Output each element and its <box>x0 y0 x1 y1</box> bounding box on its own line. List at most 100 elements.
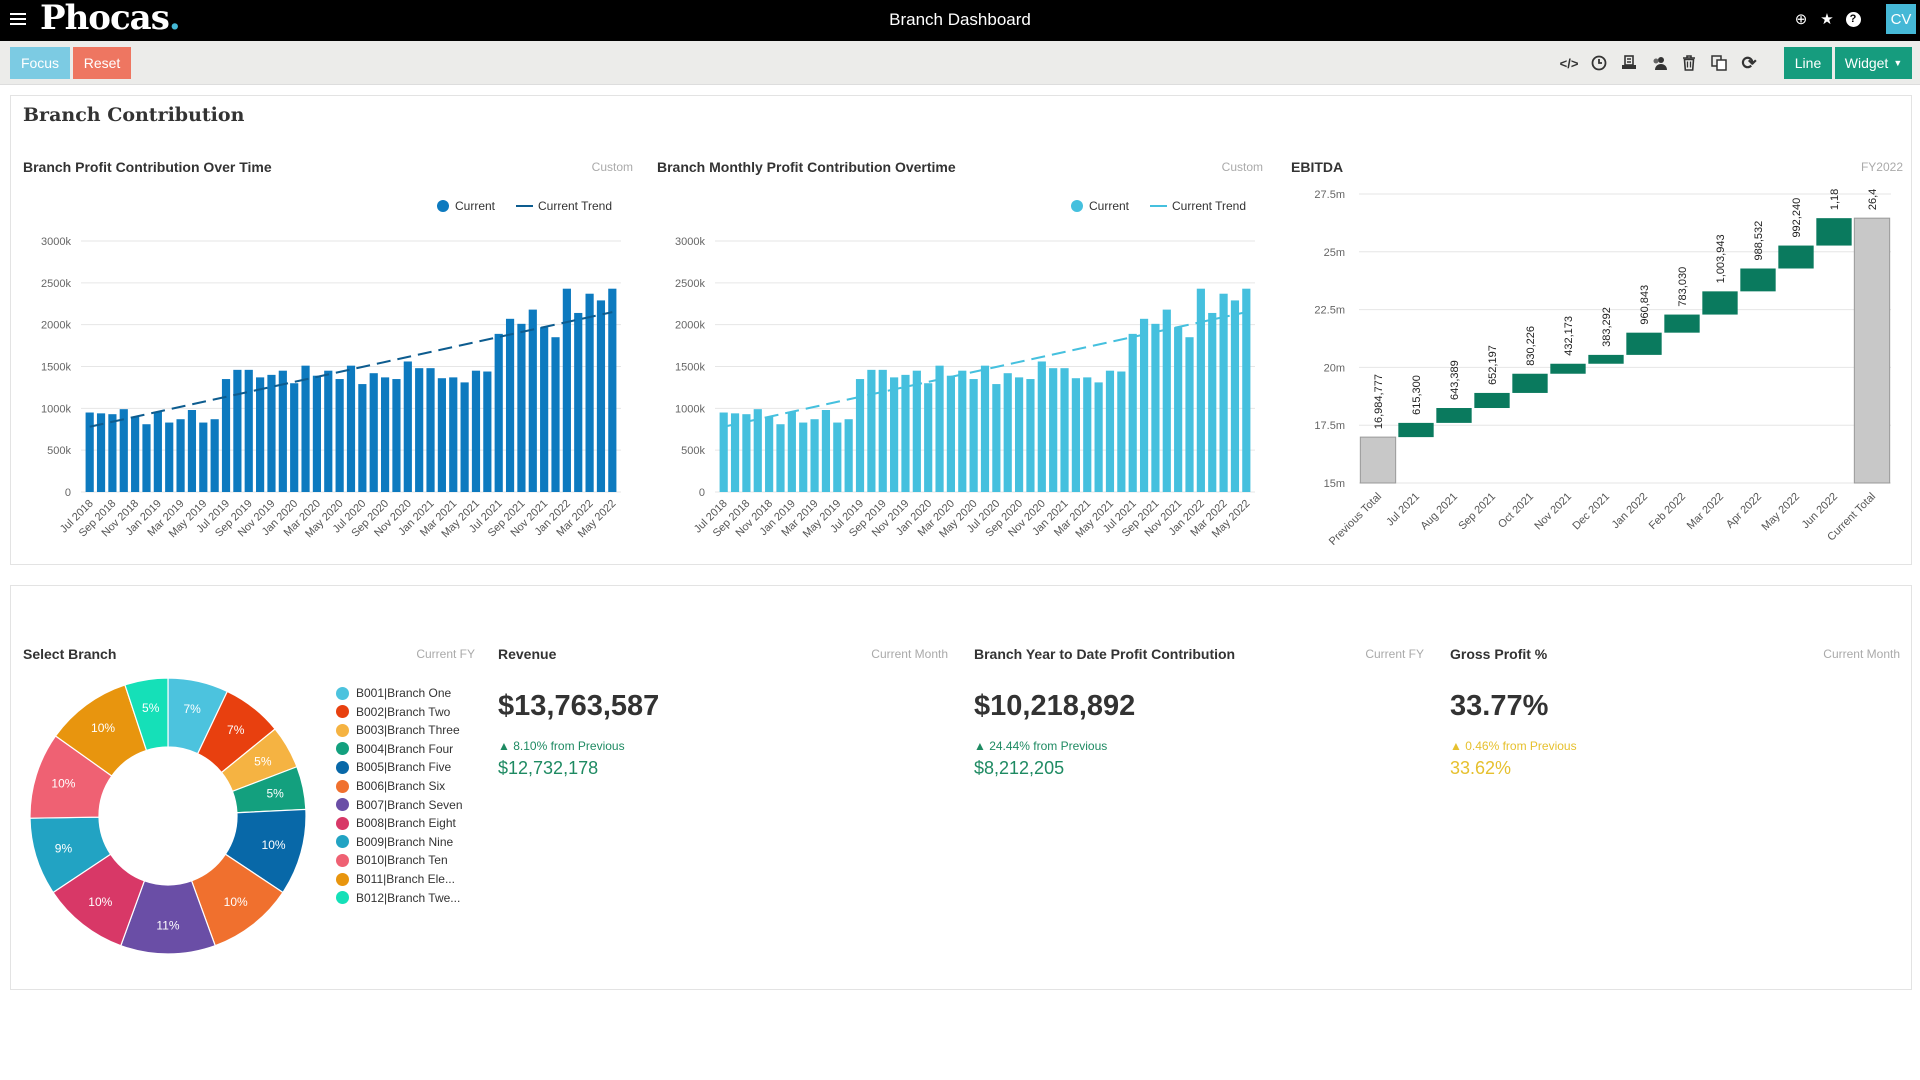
kpi-change: ▲ 24.44% from Previous <box>974 739 1108 753</box>
focus-button[interactable]: Focus <box>10 47 70 79</box>
star-icon[interactable]: ★ <box>1818 10 1836 28</box>
legend-item[interactable]: B001|Branch One <box>336 686 451 700</box>
bar <box>935 365 944 492</box>
trash-icon[interactable] <box>1680 53 1698 73</box>
caret-down-icon: ▼ <box>1893 58 1903 68</box>
help-icon[interactable]: ? <box>1844 10 1862 28</box>
print-icon[interactable] <box>1620 53 1638 73</box>
bar <box>290 383 299 492</box>
section-title: Branch Contribution <box>23 104 245 126</box>
legend-item[interactable]: B011|Branch Ele... <box>336 872 455 886</box>
legend-item[interactable]: B009|Branch Nine <box>336 835 453 849</box>
legend-item[interactable]: B012|Branch Twe... <box>336 891 460 905</box>
legend-item[interactable]: B006|Branch Six <box>336 779 445 793</box>
slice-label: 5% <box>142 701 160 715</box>
data-label: 960,843 <box>1639 285 1651 325</box>
y-tick-label: 22.5m <box>1314 305 1345 317</box>
bar <box>878 369 887 492</box>
monthly-profit-chart[interactable]: Current Current Trend 0 500k 1000k 1500k 2000k… <box>645 186 1275 566</box>
x-tick-label: Feb 2022 <box>1647 491 1688 532</box>
code-icon[interactable]: </> <box>1560 53 1579 73</box>
ebitda-waterfall-chart[interactable]: 15m 17.5m 20m 22.5m 25m 27.5m 16,984,777 Previo… <box>1279 176 1909 566</box>
bar <box>551 337 560 492</box>
legend-item[interactable]: B002|Branch Two <box>336 705 450 719</box>
plus-circle-icon[interactable]: ⊕ <box>1792 10 1810 28</box>
bar <box>608 288 617 492</box>
x-tick-label: Aug 2021 <box>1418 491 1460 533</box>
legend-item[interactable]: B005|Branch Five <box>336 760 451 774</box>
legend-item[interactable]: B003|Branch Three <box>336 723 460 737</box>
waterfall-step-bar <box>1626 332 1662 355</box>
waterfall-step-bar <box>1588 354 1624 364</box>
bar <box>369 373 378 492</box>
reset-button[interactable]: Reset <box>73 47 131 79</box>
y-tick-label: 1500k <box>41 362 71 374</box>
legend-item[interactable]: B004|Branch Four <box>336 742 453 756</box>
y-tick-label: 17.5m <box>1314 420 1345 432</box>
copy-icon[interactable] <box>1710 53 1728 73</box>
refresh-icon[interactable]: ⟳ <box>1740 53 1758 73</box>
data-label: 652,197 <box>1487 345 1499 385</box>
bar <box>380 377 390 492</box>
y-tick-label: 1000k <box>675 403 705 415</box>
bar <box>901 374 910 492</box>
kpi-period: Current Month <box>871 647 948 661</box>
bar <box>946 375 956 492</box>
waterfall-step-bar <box>1512 373 1548 393</box>
legend-trend-label: Current Trend <box>1172 199 1246 213</box>
waterfall-total-bar <box>1359 436 1397 484</box>
bar <box>244 369 253 492</box>
legend-current-label: Current <box>1089 199 1130 213</box>
user-avatar[interactable]: CV <box>1886 4 1916 34</box>
waterfall-step-bar <box>1474 392 1510 409</box>
bar <box>980 365 990 492</box>
legend-current-swatch <box>1071 200 1083 212</box>
kpi-title: Revenue <box>498 646 557 662</box>
waterfall-step-bar <box>1702 291 1738 315</box>
top-bar: Phocas. Branch Dashboard ⊕ ★ ? CV <box>0 0 1920 41</box>
chart-title: Branch Monthly Profit Contribution Overt… <box>657 159 956 175</box>
bar <box>483 371 492 492</box>
bar <box>1185 337 1194 492</box>
data-label: 383,292 <box>1601 307 1613 347</box>
line-button[interactable]: Line <box>1784 47 1832 79</box>
legend-label: B003|Branch Three <box>356 723 460 738</box>
x-tick-label: Nov 2021 <box>1532 491 1574 533</box>
bar <box>585 293 594 492</box>
bar <box>187 410 197 492</box>
kpi-panel: Select Branch Current FY 7% 7% 5% 5% 10% 10% 1… <box>10 585 1912 990</box>
widget-dropdown-button[interactable]: Widget ▼ <box>1835 47 1912 79</box>
bar <box>403 361 412 492</box>
kpi-title: Gross Profit % <box>1450 646 1548 662</box>
legend-item[interactable]: B008|Branch Eight <box>336 816 456 830</box>
branch-donut-chart[interactable]: 7% 7% 5% 5% 10% 10% 11% 10% 9% 10% 10% 5% <box>23 678 313 968</box>
slice-label: 11% <box>156 919 179 933</box>
x-tick-label: Apr 2022 <box>1724 491 1764 531</box>
chart-period: Current FY <box>416 647 475 661</box>
bar <box>267 374 276 492</box>
bar <box>460 382 469 492</box>
profit-over-time-chart[interactable]: Current Current Trend 0 500k 1000k 1500k 2000k… <box>11 186 641 566</box>
users-icon[interactable] <box>1650 53 1668 73</box>
legend-item[interactable]: B007|Branch Seven <box>336 798 463 812</box>
bar <box>1139 318 1149 492</box>
slice-label: 5% <box>254 754 272 768</box>
waterfall-step-bar <box>1436 408 1472 423</box>
bar <box>574 312 583 492</box>
bar <box>358 384 367 492</box>
legend-item[interactable]: B010|Branch Ten <box>336 853 448 867</box>
clock-icon[interactable] <box>1590 53 1608 73</box>
kpi-change: ▲ 0.46% from Previous <box>1450 739 1577 753</box>
y-tick-label: 2000k <box>41 320 71 332</box>
slice-label: 10% <box>91 721 115 735</box>
data-label: 992,240 <box>1791 198 1803 238</box>
y-tick-label: 0 <box>65 487 71 499</box>
kpi-value: 33.77% <box>1450 690 1549 722</box>
bar <box>753 409 762 492</box>
bar <box>517 323 526 492</box>
bar <box>1174 327 1183 492</box>
bar <box>890 377 899 492</box>
bar <box>1196 288 1205 492</box>
bar <box>969 379 978 492</box>
bar <box>992 384 1001 492</box>
